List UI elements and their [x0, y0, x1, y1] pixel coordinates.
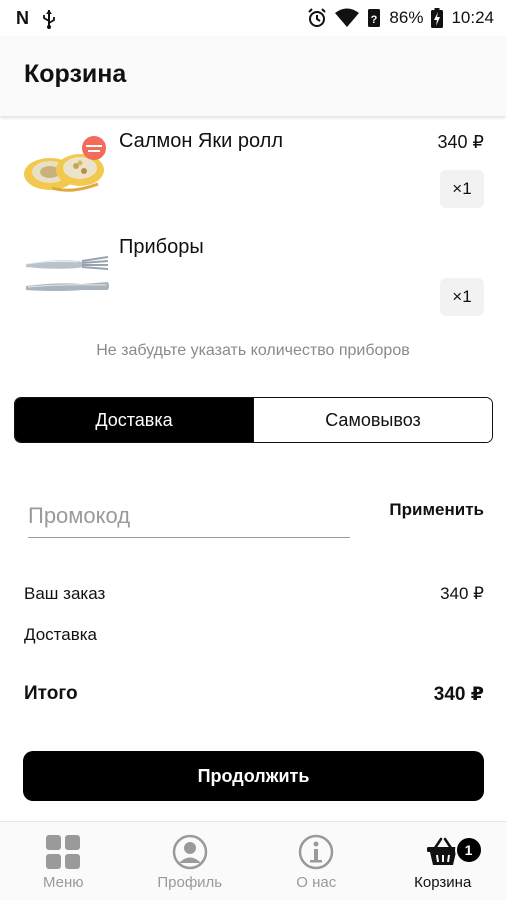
- total-row: Итого 340 ₽: [24, 683, 484, 706]
- nav-item-profile[interactable]: Профиль: [127, 822, 254, 900]
- svg-text:?: ?: [371, 14, 378, 26]
- sushi-roll-image: [24, 136, 106, 192]
- profile-icon: [172, 834, 208, 870]
- order-label: Ваш заказ: [24, 584, 106, 603]
- usb-icon: [43, 9, 55, 29]
- nav-label: Меню: [42, 874, 84, 891]
- info-icon: [298, 834, 334, 870]
- page-title: Корзина: [24, 60, 127, 88]
- total-value: 340 ₽: [433, 684, 484, 705]
- nav-label: Корзина: [414, 874, 472, 891]
- quantity-stepper[interactable]: ×1: [440, 170, 484, 208]
- status-bar: N ? 86% 10:24: [0, 0, 506, 36]
- delivery-option[interactable]: Доставка: [15, 398, 253, 442]
- item-name: Салмон Яки ролл: [119, 130, 284, 152]
- nav-item-about[interactable]: О нас: [253, 822, 380, 900]
- grid-icon: [45, 834, 81, 870]
- total-label: Итого: [24, 683, 78, 704]
- new-badge-icon: [82, 136, 106, 160]
- order-subtotal-row: Ваш заказ 340 ₽: [24, 584, 484, 604]
- delivery-toggle: Доставка Самовывоз: [14, 397, 493, 443]
- battery-percent: 86%: [389, 8, 424, 27]
- promo-code-input[interactable]: [28, 498, 350, 538]
- delivery-label: Доставка: [24, 625, 98, 644]
- cart-count-badge: 1: [454, 836, 483, 864]
- apply-promo-button[interactable]: Применить: [389, 500, 484, 520]
- nav-label: О нас: [296, 874, 337, 891]
- cart-item[interactable]: Салмон Яки ролл 340 ₽ ×1: [0, 122, 506, 222]
- item-name: Приборы: [119, 236, 204, 258]
- nav-label: Профиль: [157, 874, 223, 891]
- pickup-option[interactable]: Самовывоз: [253, 398, 492, 442]
- cutlery-reminder: Не забудьте указать количество приборов: [96, 342, 410, 359]
- continue-button[interactable]: Продолжить: [23, 751, 484, 801]
- cart-item[interactable]: Приборы ×1: [0, 228, 506, 328]
- item-price: 340 ₽: [437, 132, 485, 152]
- bottom-nav: Меню Профиль О нас 1 Корзина: [0, 821, 506, 900]
- n-icon: N: [16, 8, 29, 28]
- nav-item-cart[interactable]: 1 Корзина: [380, 822, 506, 900]
- app-bar: Корзина: [0, 36, 506, 116]
- clock: 10:24: [451, 8, 494, 27]
- signal-icon: ?: [368, 9, 381, 27]
- nav-item-menu[interactable]: Меню: [0, 822, 127, 900]
- alarm-icon: [308, 8, 327, 27]
- wifi-icon: [335, 8, 360, 27]
- quantity-stepper[interactable]: ×1: [440, 278, 484, 316]
- delivery-cost-row: Доставка: [24, 625, 484, 645]
- battery-icon: [431, 8, 444, 28]
- order-value: 340 ₽: [440, 584, 484, 603]
- cutlery-image: [25, 256, 109, 291]
